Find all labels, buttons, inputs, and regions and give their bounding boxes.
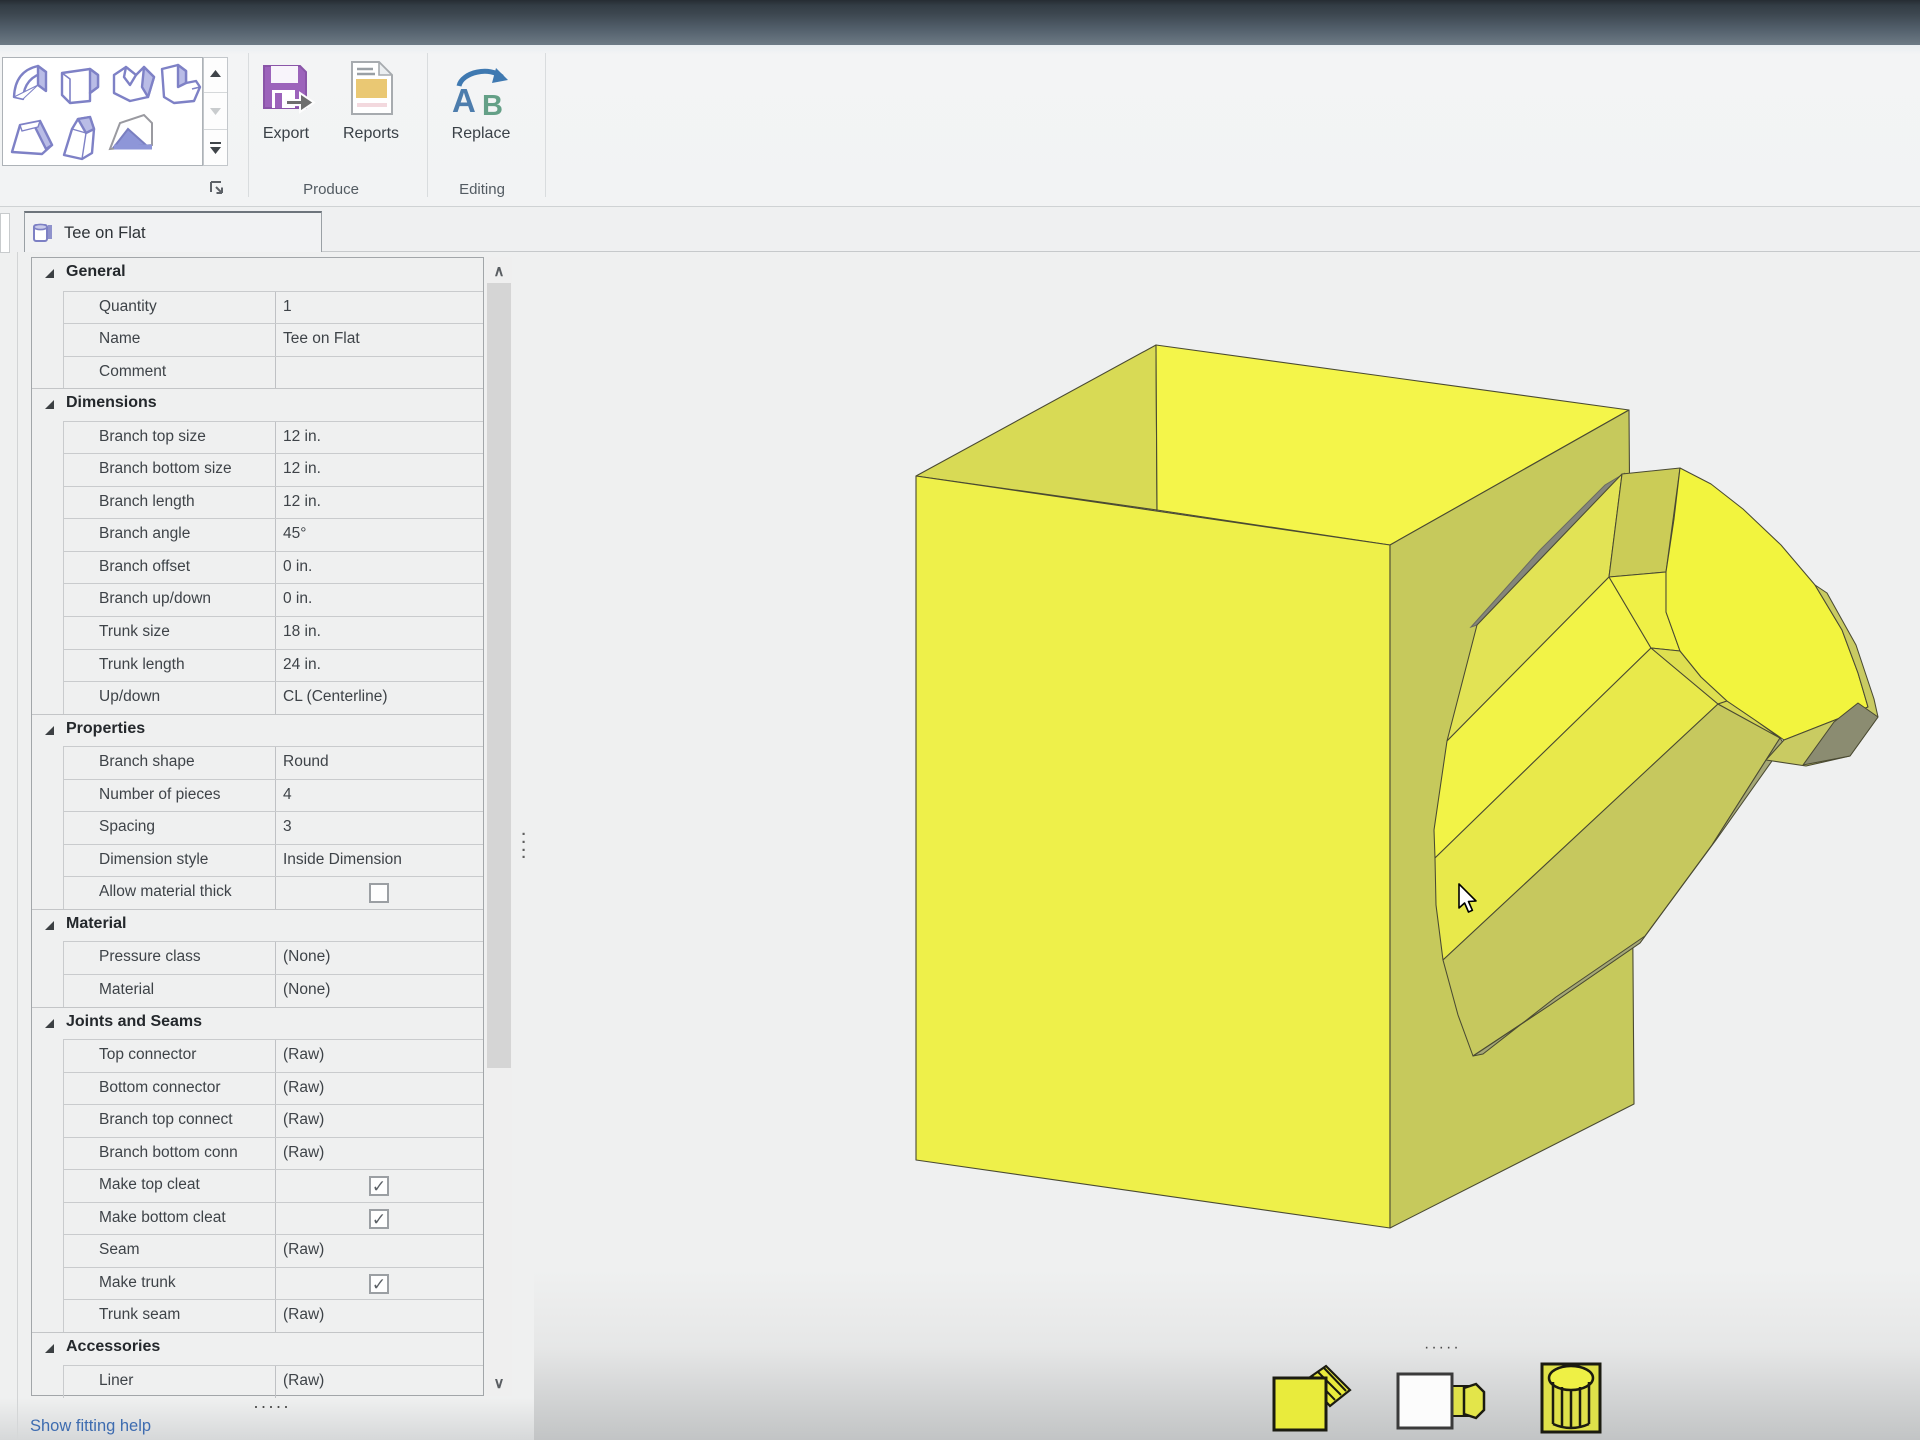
svg-text:B: B <box>482 90 503 118</box>
svg-text:A: A <box>452 82 476 118</box>
